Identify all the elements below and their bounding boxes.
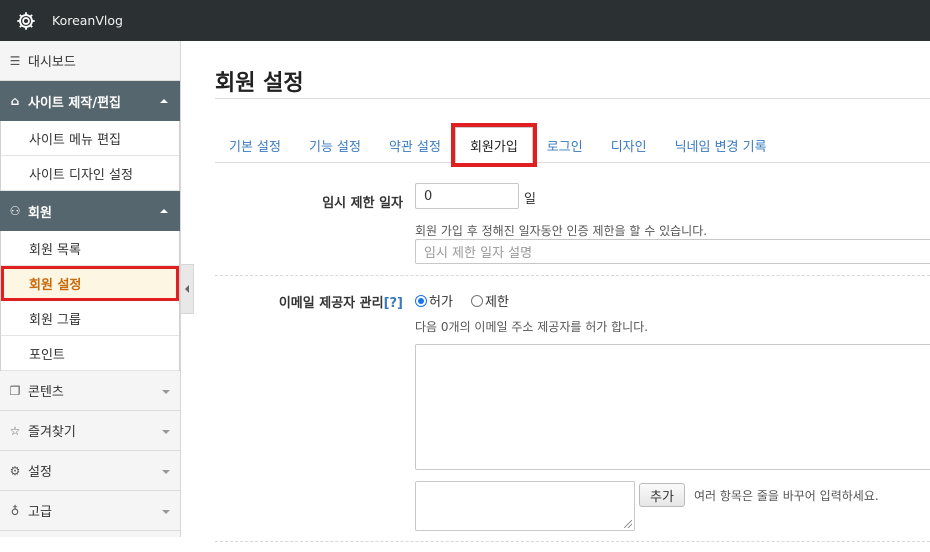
limit-days-description-placeholder: 임시 제한 일자 설명 xyxy=(424,246,533,261)
sidebar-item-content[interactable]: ❐ 콘텐츠 xyxy=(0,371,180,411)
tab-signup[interactable]: 회원가입 xyxy=(450,123,537,167)
sidebar-item-label: 콘텐츠 xyxy=(28,385,64,400)
page-title: 회원 설정 xyxy=(215,71,304,96)
sidebar-item-member-list[interactable]: 회원 목록 xyxy=(1,231,179,266)
sidebar-item-label: 회원 목록 xyxy=(29,242,81,258)
resize-grip-icon[interactable] xyxy=(624,520,632,528)
radio-checked-icon xyxy=(415,294,427,307)
radio-restrict-label: 제한 xyxy=(485,295,509,310)
tab-nickname-log[interactable]: 닉네임 변경 기록 xyxy=(661,127,781,163)
sidebar-item-label: 회원 설정 xyxy=(29,277,82,293)
sidebar-item-label: 대시보드 xyxy=(28,55,76,70)
sidebar-collapse-handle[interactable] xyxy=(181,264,194,314)
chevron-down-icon xyxy=(162,430,170,434)
chevron-up-icon xyxy=(160,209,168,213)
users-icon: ⚇ xyxy=(9,204,21,218)
radio-restrict[interactable]: 제한 xyxy=(471,291,509,310)
sidebar-item-member-settings[interactable]: 회원 설정 xyxy=(1,266,179,301)
email-provider-label-text: 이메일 제공자 관리 xyxy=(278,296,384,311)
add-button[interactable]: 추가 xyxy=(639,483,685,507)
sidebar-submenu-member: 회원 목록 회원 설정 회원 그룹 포인트 xyxy=(0,231,180,371)
radio-unchecked-icon xyxy=(471,294,483,307)
help-link[interactable]: [?] xyxy=(384,296,403,311)
chevron-down-icon xyxy=(162,510,170,514)
pages-icon: ❐ xyxy=(9,383,21,398)
sidebar-section-label: 사이트 제작/편집 xyxy=(28,95,121,111)
add-hint: 여러 항목은 줄을 바꾸어 입력하세요. xyxy=(694,489,879,503)
sidebar-item-label: 고급 xyxy=(28,505,52,520)
sidebar-item-site-design[interactable]: 사이트 디자인 설정 xyxy=(1,156,179,191)
sidebar-item-member-group[interactable]: 회원 그룹 xyxy=(1,301,179,336)
sidebar-submenu-site: 사이트 메뉴 편집 사이트 디자인 설정 xyxy=(0,121,180,191)
sidebar-item-label: 설정 xyxy=(28,465,52,480)
chevron-up-icon xyxy=(160,99,168,103)
tab-design[interactable]: 디자인 xyxy=(597,127,661,163)
email-provider-row: 이메일 제공자 관리[?] 허가 제한 다음 0개의 이메일 주소 제공자를 허… xyxy=(215,276,930,542)
sidebar-item-label: 회원 그룹 xyxy=(29,312,81,328)
gear-icon: ⚙ xyxy=(9,463,21,478)
sidebar-item-points[interactable]: 포인트 xyxy=(1,336,179,371)
chevron-down-icon xyxy=(162,470,170,474)
sidebar-item-label: 사이트 디자인 설정 xyxy=(29,167,133,183)
limit-days-label: 임시 제한 일자 xyxy=(322,196,403,211)
menu-lines-icon: ☰ xyxy=(9,53,21,68)
star-icon: ☆ xyxy=(9,423,21,438)
top-bar: KoreanVlog xyxy=(0,0,930,41)
limit-days-description-input[interactable]: 임시 제한 일자 설명 xyxy=(415,239,930,264)
sidebar-item-favorites[interactable]: ☆ 즐겨찾기 xyxy=(0,411,180,451)
email-provider-help: 다음 0개의 이메일 주소 제공자를 허가 합니다. xyxy=(415,320,649,334)
sidebar-item-settings[interactable]: ⚙ 설정 xyxy=(0,451,180,491)
sidebar-section-label: 회원 xyxy=(28,205,52,221)
email-provider-add-textarea[interactable] xyxy=(415,481,635,531)
sidebar-item-dashboard[interactable]: ☰ 대시보드 xyxy=(0,41,180,81)
limit-days-value: 0 xyxy=(424,188,433,204)
radio-allow-label: 허가 xyxy=(429,295,453,310)
limit-days-input[interactable]: 0 xyxy=(415,183,519,209)
sidebar: ☰ 대시보드 ⌂ 사이트 제작/편집 사이트 메뉴 편집 사이트 디자인 설정 … xyxy=(0,41,181,537)
limit-days-unit: 일 xyxy=(524,192,536,207)
sidebar-item-label: 사이트 메뉴 편집 xyxy=(29,132,121,148)
tab-terms[interactable]: 약관 설정 xyxy=(375,127,455,163)
limit-days-help: 회원 가입 후 정해진 일자동안 인증 제한을 할 수 있습니다. xyxy=(415,224,708,238)
tab-bar: 기본 설정 기능 설정 약관 설정 회원가입 로그인 디자인 닉네임 변경 기록 xyxy=(215,123,930,167)
app-title[interactable]: KoreanVlog xyxy=(52,13,123,28)
tab-features[interactable]: 기능 설정 xyxy=(295,127,375,163)
tab-login[interactable]: 로그인 xyxy=(533,127,597,163)
sidebar-item-label: 포인트 xyxy=(29,347,65,363)
email-provider-list[interactable] xyxy=(415,344,930,470)
radio-allow[interactable]: 허가 xyxy=(415,291,453,310)
bulb-icon: ♁ xyxy=(10,503,20,518)
email-provider-label: 이메일 제공자 관리[?] xyxy=(279,292,403,311)
chevron-left-icon xyxy=(185,285,189,293)
limit-days-row: 임시 제한 일자 0 일 회원 가입 후 정해진 일자동안 인증 제한을 할 수… xyxy=(215,175,930,276)
main-content: 회원 설정 기본 설정 기능 설정 약관 설정 회원가입 로그인 디자인 닉네임… xyxy=(195,41,930,552)
home-icon: ⌂ xyxy=(10,94,20,108)
tab-basic[interactable]: 기본 설정 xyxy=(215,127,295,163)
sidebar-item-advanced[interactable]: ♁ 고급 xyxy=(0,491,180,531)
sidebar-section-member[interactable]: ⚇ 회원 xyxy=(0,191,180,231)
sidebar-item-label: 즐겨찾기 xyxy=(28,425,76,440)
sidebar-section-site[interactable]: ⌂ 사이트 제작/편집 xyxy=(0,81,180,121)
chevron-down-icon xyxy=(162,390,170,394)
title-divider xyxy=(215,98,930,99)
gear-icon[interactable] xyxy=(14,9,38,33)
sidebar-item-site-menu[interactable]: 사이트 메뉴 편집 xyxy=(1,121,179,156)
